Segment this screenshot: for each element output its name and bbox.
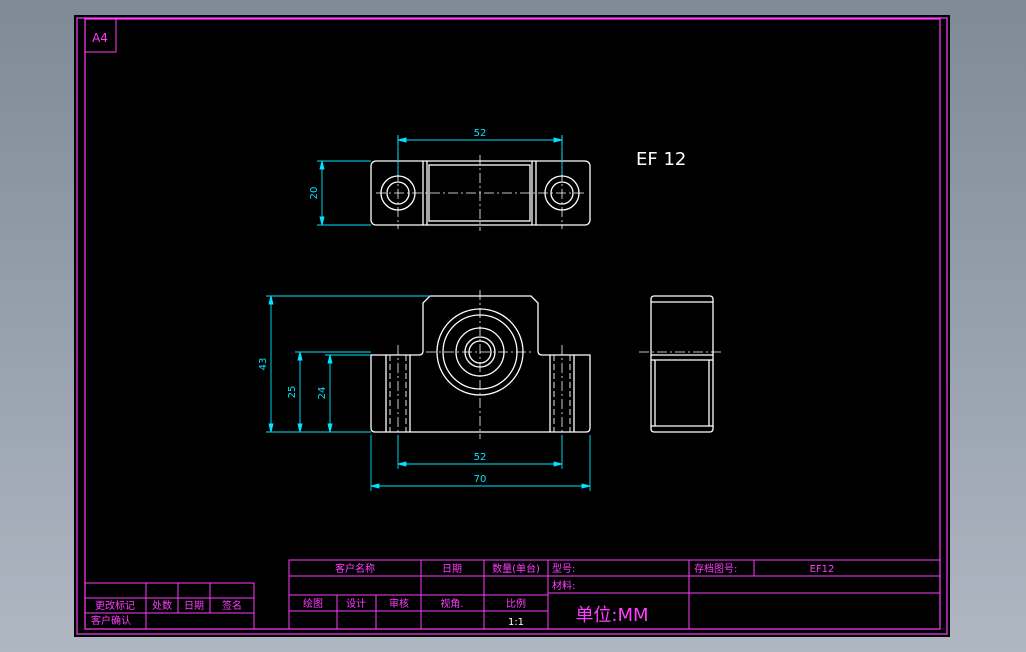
side-view: [650, 295, 714, 433]
tb-date: 日期: [442, 563, 462, 575]
front-view-outline: [370, 295, 591, 433]
drawing-sheet: A4 EF 12 52 20 43 25 24 52 70 客户名称 日期 数量…: [74, 15, 950, 637]
dim-arrow: [297, 351, 303, 361]
dim-arrow: [370, 483, 380, 489]
tb-scale-value: 1:1: [508, 617, 524, 628]
dim-arrow: [553, 461, 563, 467]
dim-front-hole-spacing: 52: [474, 452, 487, 463]
dim-front-hole-height: 25: [287, 386, 298, 399]
tb-design: 设计: [346, 597, 366, 610]
tb-material: 材料:: [552, 579, 575, 592]
dim-top-depth: 20: [309, 187, 320, 200]
part-name: EF 12: [636, 149, 686, 170]
rev-customer-confirm: 客户确认: [91, 614, 131, 627]
dim-arrow: [397, 137, 407, 143]
dim-arrow: [581, 483, 591, 489]
dim-front-center-height: 24: [317, 387, 328, 400]
dim-arrow: [319, 160, 325, 170]
front-view-dimensions: [266, 295, 591, 491]
tb-drawing-no-value: EF12: [810, 564, 835, 575]
dim-front-height: 43: [258, 358, 269, 371]
sheet-size-label: A4: [92, 31, 108, 45]
dim-arrow: [268, 295, 274, 305]
dim-arrow: [327, 423, 333, 433]
outer-frame: [76, 17, 948, 635]
dim-arrow: [553, 137, 563, 143]
cad-drawing: A4 EF 12 52 20 43 25 24 52 70 客户名称 日期 数量…: [76, 17, 948, 635]
tb-view-angle: 视角.: [440, 597, 463, 610]
tb-quantity: 数量(单台): [492, 562, 540, 575]
dim-arrow: [327, 354, 333, 364]
tb-review: 审核: [389, 597, 409, 610]
rev-change-date: 日期: [184, 600, 204, 612]
side-view-body: [650, 295, 714, 433]
top-view-centerlines: [376, 135, 586, 231]
tb-unit: 单位:MM: [575, 605, 648, 626]
dim-top-hole-spacing: 52: [474, 128, 487, 139]
dim-arrow: [297, 423, 303, 433]
tb-drawn: 绘图: [303, 597, 323, 610]
tb-model-no: 型号:: [552, 562, 575, 575]
tb-storage-drawing-no: 存档图号:: [694, 562, 737, 575]
dim-arrow: [397, 461, 407, 467]
rev-change-mark: 更改标记: [95, 599, 135, 612]
dim-arrow: [268, 423, 274, 433]
dim-arrow: [319, 216, 325, 226]
top-view-dimensions: [317, 135, 563, 226]
rev-change-count: 处数: [152, 599, 172, 612]
tb-scale-label: 比例: [506, 597, 526, 610]
dim-front-length: 70: [474, 474, 487, 485]
tb-customer-name: 客户名称: [335, 562, 375, 575]
rev-signature: 签名: [222, 599, 242, 612]
front-view: [370, 295, 591, 433]
